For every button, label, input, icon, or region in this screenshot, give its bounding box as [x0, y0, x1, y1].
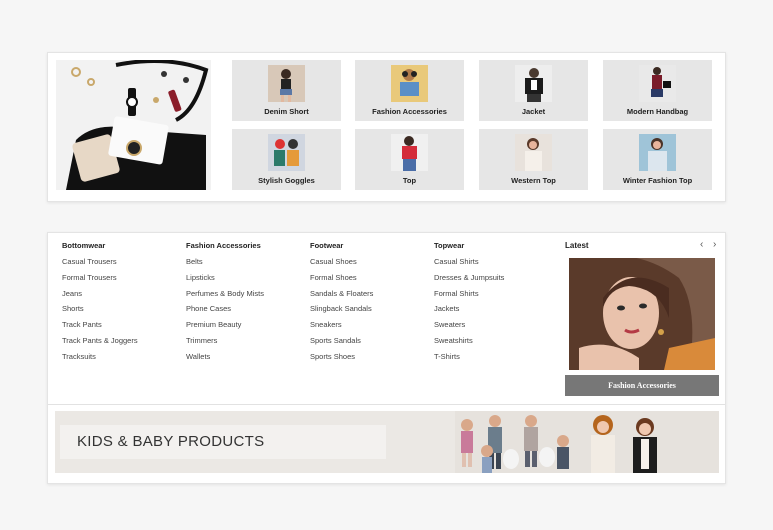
chevron-right-icon[interactable]: › [713, 239, 716, 250]
top-photo-icon [391, 134, 428, 171]
menu-link[interactable]: Jackets [434, 301, 504, 317]
latest-heading: Latest [565, 241, 589, 250]
category-tile-fashion-accessories[interactable]: Fashion Accessories [355, 60, 464, 121]
category-tile-winter-fashion-top[interactable]: Winter Fashion Top [603, 129, 712, 190]
category-label: Top [402, 176, 417, 185]
menu-link[interactable]: Casual Trousers [62, 254, 138, 270]
latest-product-image[interactable] [569, 258, 715, 370]
category-tile-denim-short[interactable]: Denim Short [232, 60, 341, 121]
menu-link[interactable]: Trimmers [186, 333, 264, 349]
menu-link[interactable]: Premium Beauty [186, 317, 264, 333]
menu-link[interactable]: Casual Shirts [434, 254, 504, 270]
category-tile-modern-handbag[interactable]: Modern Handbag [603, 60, 712, 121]
menu-link[interactable]: Jeans [62, 286, 138, 302]
menu-column-fashion-accessories: Fashion Accessories Belts Lipsticks Perf… [186, 241, 264, 365]
hero-image-accessories[interactable] [56, 60, 211, 190]
menu-link[interactable]: Track Pants [62, 317, 138, 333]
menu-link[interactable]: Belts [186, 254, 264, 270]
western-top-photo-icon [515, 134, 552, 171]
category-label: Modern Handbag [626, 107, 689, 116]
menu-heading: Footwear [310, 241, 344, 250]
menu-link[interactable]: Formal Shirts [434, 286, 504, 302]
menu-link[interactable]: Lipsticks [186, 270, 264, 286]
menu-link[interactable]: Casual Shoes [310, 254, 373, 270]
mega-menu-panel: Bottomwear Casual Trousers Formal Trouse… [47, 232, 726, 484]
menu-link[interactable]: Sports Sandals [310, 333, 373, 349]
menu-link[interactable]: Sweatshirts [434, 333, 504, 349]
menu-link[interactable]: Formal Trousers [62, 270, 138, 286]
goggles-photo-icon [268, 134, 305, 171]
category-tile-top[interactable]: Top [355, 129, 464, 190]
menu-column-footwear: Footwear Casual Shoes Formal Shoes Sanda… [310, 241, 373, 365]
category-tile-jacket[interactable]: Jacket [479, 60, 588, 121]
menu-link[interactable]: Slingback Sandals [310, 301, 373, 317]
menu-link[interactable]: Tracksuits [62, 349, 138, 365]
accessories-flatlay-icon [56, 60, 211, 190]
menu-link[interactable]: Sports Shoes [310, 349, 373, 365]
menu-link[interactable]: Sweaters [434, 317, 504, 333]
menu-link[interactable]: Shorts [62, 301, 138, 317]
category-panel: Denim Short Fashion Accessories Jacket M… [47, 52, 726, 202]
kids-baby-banner[interactable]: KIDS & BABY PRODUCTS [55, 411, 719, 473]
banner-title: KIDS & BABY PRODUCTS [77, 433, 265, 450]
woman-portrait-icon [569, 258, 715, 370]
menu-link[interactable]: Wallets [186, 349, 264, 365]
menu-link[interactable]: Formal Shoes [310, 270, 373, 286]
menu-link[interactable]: Sandals & Floaters [310, 286, 373, 302]
category-tile-stylish-goggles[interactable]: Stylish Goggles [232, 129, 341, 190]
fashion-accessories-button[interactable]: Fashion Accessories [565, 375, 719, 396]
menu-link[interactable]: Track Pants & Joggers [62, 333, 138, 349]
menu-link[interactable]: Sneakers [310, 317, 373, 333]
section-divider [48, 404, 725, 405]
menu-heading: Fashion Accessories [186, 241, 261, 250]
handbag-photo-icon [639, 65, 676, 102]
menu-link[interactable]: Dresses & Jumpsuits [434, 270, 504, 286]
category-label: Stylish Goggles [258, 176, 315, 185]
menu-column-topwear: Topwear Casual Shirts Dresses & Jumpsuit… [434, 241, 504, 365]
category-label: Jacket [521, 107, 546, 116]
category-tile-western-top[interactable]: Western Top [479, 129, 588, 190]
category-label: Denim Short [264, 107, 309, 116]
denim-short-photo-icon [268, 65, 305, 102]
jacket-photo-icon [515, 65, 552, 102]
fashion-accessories-photo-icon [391, 65, 428, 102]
menu-heading: Topwear [434, 241, 465, 250]
category-label: Western Top [511, 176, 556, 185]
category-label: Fashion Accessories [372, 107, 447, 116]
winter-top-photo-icon [639, 134, 676, 171]
category-label: Winter Fashion Top [622, 176, 693, 185]
chevron-left-icon[interactable]: ‹ [700, 239, 703, 250]
menu-link[interactable]: T-Shirts [434, 349, 504, 365]
menu-column-bottomwear: Bottomwear Casual Trousers Formal Trouse… [62, 241, 138, 365]
menu-link[interactable]: Phone Cases [186, 301, 264, 317]
menu-heading: Bottomwear [62, 241, 106, 250]
kids-group-photo-icon [455, 411, 719, 473]
menu-link[interactable]: Perfumes & Body Mists [186, 286, 264, 302]
